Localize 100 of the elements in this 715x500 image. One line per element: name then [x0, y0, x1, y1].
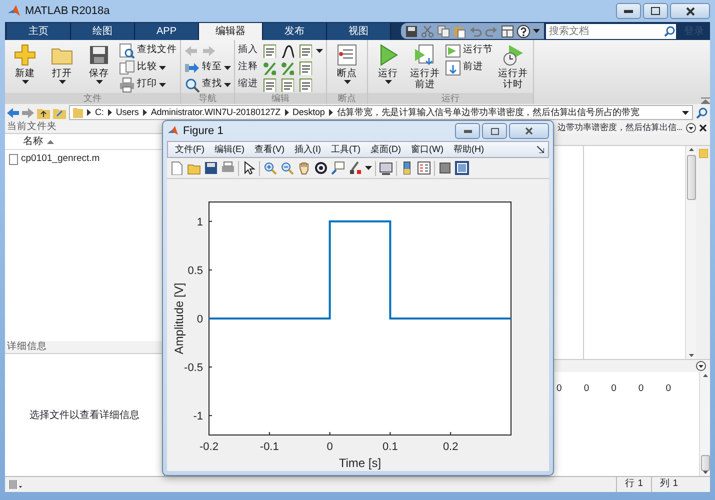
- menu-item[interactable]: 插入(I): [290, 142, 325, 156]
- file-item[interactable]: cp0101_genrect.m: [9, 152, 160, 166]
- copy-icon[interactable]: [437, 24, 450, 38]
- address-bar[interactable]: C: Users Administrator.WIN7U-20180127Z Desktop 估算带宽，先是计算输入信号单边带功率谱密度，然后估算出信号所占的带宽: [69, 105, 693, 120]
- back-arrow-icon[interactable]: [7, 108, 19, 118]
- minimize-button[interactable]: [616, 3, 641, 19]
- printer-icon[interactable]: [221, 161, 235, 175]
- menu-item[interactable]: 桌面(D): [366, 142, 405, 156]
- caret-icon[interactable]: [365, 166, 372, 170]
- document-icon[interactable]: [262, 78, 276, 92]
- close-button[interactable]: [670, 3, 710, 19]
- ribbon-button[interactable]: 比较: [119, 60, 177, 75]
- grip-icon[interactable]: [9, 480, 23, 489]
- path-segment[interactable]: C:: [95, 106, 104, 119]
- ribbon-button[interactable]: 查找文件: [119, 43, 177, 58]
- browse-folder-icon[interactable]: [53, 106, 66, 118]
- ribbon-tab[interactable]: 编辑器: [199, 23, 263, 40]
- ribbon-label[interactable]: 注释: [238, 60, 258, 75]
- menu-item[interactable]: 帮助(H): [450, 142, 488, 156]
- legend-icon[interactable]: [417, 161, 431, 175]
- document-icon[interactable]: [298, 78, 312, 92]
- ribbon-button[interactable]: 运行节: [445, 43, 493, 58]
- menu-item[interactable]: 查看(V): [250, 142, 288, 156]
- ribbon-label[interactable]: 插入: [238, 43, 258, 58]
- ribbon-tab[interactable]: 绘图: [71, 23, 135, 40]
- caret-icon[interactable]: [682, 110, 689, 114]
- paste-icon[interactable]: [453, 24, 466, 38]
- path-segment[interactable]: Desktop: [292, 106, 325, 119]
- ribbon-button[interactable]: 查找: [184, 77, 231, 92]
- curve-icon[interactable]: [280, 44, 294, 58]
- rotate-icon[interactable]: [314, 161, 328, 175]
- caret-icon[interactable]: [22, 80, 28, 84]
- document-icon[interactable]: [298, 60, 312, 74]
- scrollbar[interactable]: [699, 372, 710, 476]
- ribbon-button[interactable]: 保存: [82, 43, 116, 93]
- data-cursor-icon[interactable]: [331, 161, 345, 175]
- ribbon-button[interactable]: 打印: [119, 77, 177, 92]
- link-plot-icon[interactable]: [379, 161, 393, 175]
- document-icon[interactable]: [262, 44, 276, 58]
- hand-icon[interactable]: [297, 161, 311, 175]
- ribbon-button[interactable]: 运行: [371, 43, 405, 93]
- menu-item[interactable]: 文件(F): [171, 142, 208, 156]
- close-icon[interactable]: [699, 124, 707, 132]
- search-icon[interactable]: [696, 106, 708, 118]
- caret-icon[interactable]: [384, 80, 392, 84]
- scrollbar[interactable]: [685, 146, 696, 359]
- window-layout-icon[interactable]: [501, 24, 514, 38]
- hide-tools-icon[interactable]: [438, 161, 452, 175]
- caret-icon[interactable]: [159, 66, 166, 70]
- ribbon-button[interactable]: 前进: [445, 60, 493, 75]
- ribbon-button[interactable]: 断点: [330, 43, 364, 93]
- maximize-button[interactable]: [482, 123, 507, 139]
- column-header[interactable]: 名称: [5, 134, 164, 150]
- ribbon-button[interactable]: 运行并计时: [496, 43, 530, 93]
- ribbon-tab[interactable]: 视图: [327, 23, 391, 40]
- command-window[interactable]: 0 0 0 0 0: [556, 372, 699, 476]
- collapse-icon[interactable]: [701, 97, 710, 104]
- menu-item[interactable]: 编辑(E): [210, 142, 248, 156]
- path-segment[interactable]: Administrator.WIN7U-20180127Z: [150, 106, 280, 119]
- ribbon-tab[interactable]: APP: [135, 23, 199, 40]
- search-field[interactable]: 搜索文档: [546, 24, 663, 38]
- caret-icon[interactable]: [224, 66, 231, 70]
- caret-icon[interactable]: [316, 48, 323, 52]
- dock-arrow-icon[interactable]: [537, 146, 544, 153]
- caret-icon[interactable]: [224, 82, 231, 86]
- pointer-icon[interactable]: [242, 161, 256, 175]
- scrollbar-thumb[interactable]: [686, 155, 696, 200]
- save-icon[interactable]: [405, 24, 418, 38]
- ribbon-button[interactable]: 运行并前进: [408, 43, 442, 93]
- ribbon-tab[interactable]: 发布: [263, 23, 327, 40]
- caret-icon[interactable]: [533, 29, 540, 33]
- brush-icon[interactable]: [348, 161, 362, 175]
- document-icon[interactable]: [298, 44, 312, 58]
- dropdown-circle-icon[interactable]: [696, 361, 706, 371]
- caret-icon[interactable]: [96, 80, 102, 84]
- close-button[interactable]: [509, 123, 549, 139]
- editor-tab-title[interactable]: 边带功率谱密度，然后估算出信...: [557, 121, 682, 134]
- zoom-out-icon[interactable]: [280, 161, 294, 175]
- caret-icon[interactable]: [344, 80, 350, 84]
- ribbon-button[interactable]: 转至: [184, 60, 231, 75]
- path-segment[interactable]: Users: [116, 106, 139, 119]
- ribbon-tab[interactable]: 主页: [7, 23, 71, 40]
- path-segment[interactable]: 估算带宽，先是计算输入信号单边带功率谱密度，然后估算出信号所占的带宽: [336, 106, 640, 119]
- new-file-icon[interactable]: [170, 161, 184, 175]
- show-tools-icon[interactable]: [455, 161, 469, 175]
- dropdown-circle-icon[interactable]: [686, 122, 696, 132]
- up-folder-icon[interactable]: [37, 106, 50, 118]
- caret-icon[interactable]: [58, 80, 66, 84]
- minimize-button[interactable]: [455, 123, 480, 139]
- maximize-button[interactable]: [643, 3, 668, 19]
- help-icon[interactable]: [517, 24, 530, 38]
- menu-item[interactable]: 窗口(W): [407, 142, 448, 156]
- scrollbar-thumb[interactable]: [700, 455, 710, 471]
- menu-item[interactable]: 工具(T): [327, 142, 364, 156]
- caret-icon[interactable]: [159, 82, 166, 86]
- zoom-in-icon[interactable]: [263, 161, 277, 175]
- document-icon[interactable]: [280, 78, 294, 92]
- ribbon-button[interactable]: 打开: [45, 43, 79, 93]
- ribbon-button[interactable]: 新建: [8, 43, 42, 93]
- ribbon-label[interactable]: 缩进: [238, 77, 258, 92]
